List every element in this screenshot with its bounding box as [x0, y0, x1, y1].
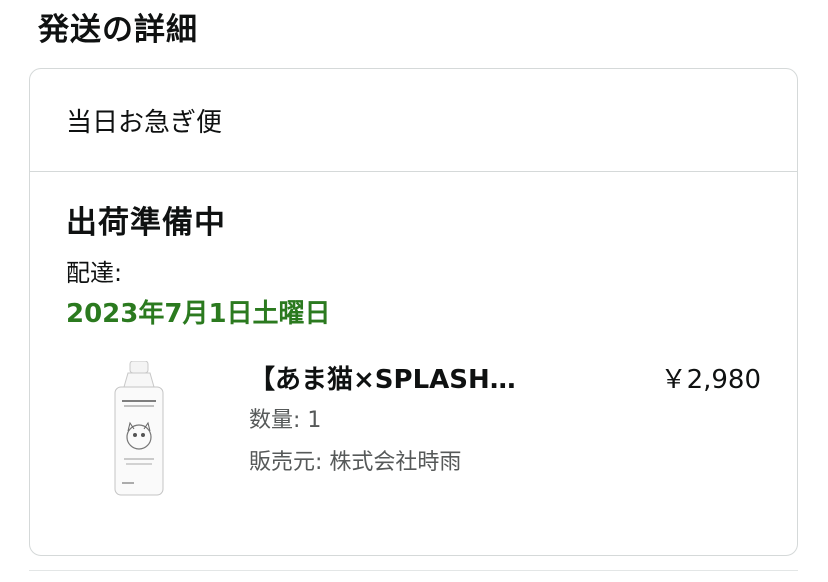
product-price: ￥2,980 — [660, 365, 761, 395]
delivery-date: 2023年7月1日土曜日 — [66, 299, 331, 329]
shipment-status: 出荷準備中 — [66, 205, 226, 241]
product-quantity: 数量: 1 — [249, 408, 322, 433]
shipping-speed-label: 当日お急ぎ便 — [66, 107, 223, 138]
divider — [29, 570, 798, 571]
product-bottle-icon[interactable] — [110, 360, 168, 497]
section-title: 発送の詳細 — [38, 12, 198, 48]
product-title-link[interactable]: 【あま猫×SPLASH… — [249, 359, 516, 396]
shipment-card: 当日お急ぎ便 出荷準備中 配達: 2023年7月1日土曜日 【あま猫×SPLAS… — [29, 68, 798, 556]
delivery-label: 配達: — [66, 259, 123, 287]
shipping-speed-row: 当日お急ぎ便 — [30, 69, 797, 172]
product-seller: 販売元: 株式会社時雨 — [249, 450, 462, 475]
